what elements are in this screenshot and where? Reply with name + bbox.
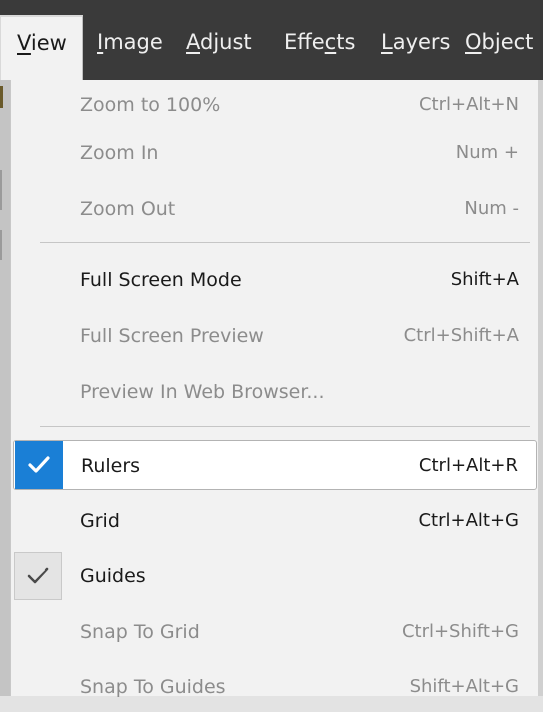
menu-layers[interactable]: Layers [381, 22, 451, 62]
menu-separator [40, 242, 530, 243]
menu-item-full-screen-mode[interactable]: Full Screen Mode Shift+A [11, 255, 539, 305]
menu-adjust[interactable]: Adjust [186, 22, 252, 62]
menu-object[interactable]: Object [465, 22, 533, 62]
menu-item-shortcut: Shift+A [450, 269, 519, 290]
menu-item-full-screen-preview[interactable]: Full Screen Preview Ctrl+Shift+A [11, 311, 539, 361]
menu-item-label: Guides [80, 565, 146, 587]
menu-item-label: Full Screen Preview [80, 325, 264, 347]
menu-item-shortcut: Ctrl+Shift+G [401, 621, 519, 642]
background-canvas-edge [0, 80, 10, 696]
menu-item-shortcut: Num - [464, 198, 519, 219]
menu-view[interactable]: View [0, 15, 83, 80]
menu-item-label: Snap To Grid [80, 621, 200, 643]
menu-item-label: Grid [80, 510, 120, 532]
menu-item-label: Rulers [81, 455, 141, 477]
menu-item-zoom-in[interactable]: Zoom In Num + [11, 128, 539, 178]
menu-separator [40, 426, 530, 427]
menu-item-guides[interactable]: Guides [11, 551, 539, 601]
menu-item-label: Zoom In [80, 142, 159, 164]
menu-item-preview-in-web-browser[interactable]: Preview In Web Browser... [11, 367, 539, 417]
menu-bar: View Image Adjust Effects Layers Object [0, 0, 543, 80]
menu-item-label: Preview In Web Browser... [80, 381, 325, 403]
menu-item-shortcut: Num + [455, 142, 519, 163]
menu-item-label: Snap To Guides [80, 676, 226, 698]
menu-item-snap-to-grid[interactable]: Snap To Grid Ctrl+Shift+G [11, 607, 539, 657]
view-menu-dropdown: Zoom to 100% Ctrl+Alt+N Zoom In Num + Zo… [10, 80, 539, 698]
menu-item-label: Full Screen Mode [80, 269, 242, 291]
menu-item-zoom-out[interactable]: Zoom Out Num - [11, 184, 539, 234]
menu-item-rulers[interactable]: Rulers Ctrl+Alt+R [13, 440, 537, 490]
dropdown-shadow [538, 80, 543, 696]
menu-item-shortcut: Ctrl+Shift+A [403, 325, 519, 346]
menu-item-label: Zoom to 100% [80, 94, 221, 116]
menu-item-zoom-to-100[interactable]: Zoom to 100% Ctrl+Alt+N [11, 80, 539, 130]
menu-item-shortcut: Ctrl+Alt+N [418, 94, 519, 115]
check-icon [15, 441, 63, 489]
check-icon [14, 552, 62, 600]
menu-item-shortcut: Shift+Alt+G [409, 676, 519, 697]
menu-item-shortcut: Ctrl+Alt+R [418, 455, 518, 476]
menu-item-snap-to-guides[interactable]: Snap To Guides Shift+Alt+G [11, 662, 539, 712]
menu-effects[interactable]: Effects [284, 22, 355, 62]
menu-item-grid[interactable]: Grid Ctrl+Alt+G [11, 496, 539, 546]
menu-item-shortcut: Ctrl+Alt+G [418, 510, 519, 531]
menu-image[interactable]: Image [97, 22, 163, 62]
menu-item-label: Zoom Out [80, 198, 176, 220]
